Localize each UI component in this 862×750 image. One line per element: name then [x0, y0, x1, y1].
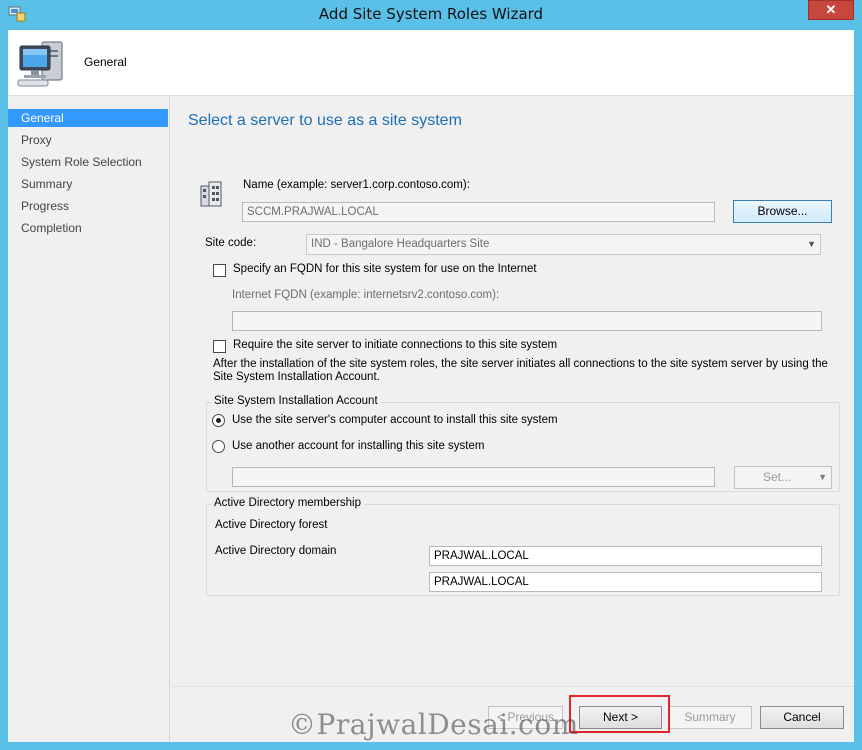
require-connection-checkbox[interactable] — [213, 340, 226, 353]
nav-item-proxy[interactable]: Proxy — [8, 131, 168, 149]
install-account-group-label: Site System Installation Account — [211, 395, 381, 407]
next-highlight-box — [569, 695, 670, 733]
set-button-label: Set... — [763, 470, 792, 484]
internet-fqdn-label: Internet FQDN (example: internetsrv2.con… — [232, 289, 500, 301]
close-button[interactable]: ✕ — [808, 0, 854, 20]
nav-item-general[interactable]: General — [8, 109, 168, 127]
another-account-label: Use another account for installing this … — [232, 440, 485, 452]
ad-membership-group-label: Active Directory membership — [211, 497, 364, 509]
ad-forest-field[interactable]: PRAJWAL.LOCAL — [429, 546, 822, 566]
nav-item-system-role-selection[interactable]: System Role Selection — [8, 153, 168, 171]
nav-item-summary[interactable]: Summary — [8, 175, 168, 193]
chevron-down-icon: ▼ — [807, 239, 816, 249]
wizard-content: Select a server to use as a site system … — [171, 96, 854, 742]
site-code-select[interactable]: IND - Bangalore Headquarters Site ▼ — [306, 234, 821, 255]
server-icon — [200, 181, 222, 207]
nav-item-completion[interactable]: Completion — [8, 219, 168, 237]
account-field[interactable] — [232, 467, 715, 487]
page-title: Select a server to use as a site system — [188, 112, 462, 129]
fqdn-checkbox-label: Specify an FQDN for this site system for… — [233, 263, 537, 275]
summary-button[interactable]: Summary — [668, 706, 752, 729]
site-code-label: Site code: — [205, 237, 257, 249]
computer-icon — [17, 41, 63, 87]
nav-item-progress[interactable]: Progress — [8, 197, 168, 215]
chevron-down-icon: ▼ — [818, 472, 827, 482]
wizard-header: General — [8, 30, 854, 96]
wizard-window: Add Site System Roles Wizard ✕ General G… — [0, 0, 862, 750]
cancel-button[interactable]: Cancel — [760, 706, 844, 729]
another-account-radio[interactable] — [212, 440, 225, 453]
computer-account-label: Use the site server's computer account t… — [232, 414, 558, 426]
title-bar[interactable]: Add Site System Roles Wizard ✕ — [0, 0, 862, 30]
header-title: General — [84, 55, 127, 69]
ad-domain-field[interactable]: PRAJWAL.LOCAL — [429, 572, 822, 592]
internet-fqdn-field[interactable] — [232, 311, 822, 331]
set-button[interactable]: Set... ▼ — [734, 466, 832, 489]
wizard-nav: General Proxy System Role Selection Summ… — [8, 96, 170, 742]
info-text: After the installation of the site syste… — [213, 358, 828, 383]
site-code-value: IND - Bangalore Headquarters Site — [311, 238, 490, 250]
wizard-body: General General Proxy System Role Select… — [8, 30, 854, 742]
require-connection-label: Require the site server to initiate conn… — [233, 339, 558, 351]
fqdn-checkbox[interactable] — [213, 264, 226, 277]
watermark: ©PrajwalDesai.com — [288, 708, 579, 741]
name-field[interactable]: SCCM.PRAJWAL.LOCAL — [242, 202, 715, 222]
browse-button[interactable]: Browse... — [733, 200, 832, 223]
computer-account-radio[interactable] — [212, 414, 225, 427]
ad-forest-label: Active Directory forest — [215, 519, 328, 531]
name-label: Name (example: server1.corp.contoso.com)… — [243, 179, 470, 191]
window-title: Add Site System Roles Wizard — [318, 5, 544, 23]
ad-domain-label: Active Directory domain — [215, 545, 337, 557]
